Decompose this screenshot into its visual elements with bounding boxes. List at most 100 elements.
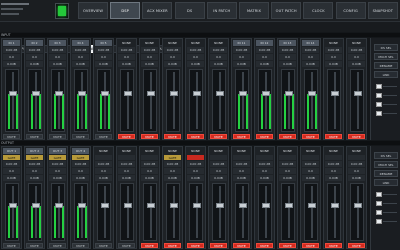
gain-value[interactable]: 0.00 dB xyxy=(256,161,273,167)
rename-button[interactable]: RENAME xyxy=(374,170,398,177)
channel-name[interactable]: OUT 1 xyxy=(3,148,20,154)
ds-sel-button[interactable]: DS SEL xyxy=(374,152,398,159)
channel-fader[interactable] xyxy=(235,183,249,241)
gain-value[interactable]: 0.00 dB xyxy=(95,47,112,53)
channel-fader[interactable] xyxy=(51,183,65,241)
pan-value[interactable]: 0.0 xyxy=(187,168,204,174)
gate-button[interactable] xyxy=(302,155,319,160)
pan-value[interactable]: 0.0 xyxy=(72,54,89,60)
gain-value[interactable]: 0.00 dB xyxy=(72,47,89,53)
channel-name[interactable]: IN 3 xyxy=(49,40,66,46)
mute-button[interactable]: MUTE xyxy=(348,134,365,139)
gain-value[interactable]: 0.00 dB xyxy=(164,47,181,53)
channel-name[interactable]: IN 14 xyxy=(302,40,319,46)
channel-fader[interactable] xyxy=(74,183,88,241)
pan-value[interactable]: 0.0 xyxy=(49,54,66,60)
fader-cap[interactable] xyxy=(101,91,109,96)
channel-name[interactable]: OUT 3 xyxy=(49,148,66,154)
gain-value[interactable]: 0.00 dB xyxy=(256,47,273,53)
fader-cap[interactable] xyxy=(124,203,132,208)
fader-cap[interactable] xyxy=(9,91,17,96)
mute-button[interactable]: MUTE xyxy=(302,243,319,248)
gain-value[interactable]: 0.00 dB xyxy=(325,161,342,167)
channel-name[interactable]: NONE xyxy=(233,148,250,154)
fader-cap[interactable] xyxy=(78,91,86,96)
mute-button[interactable]: MUTE xyxy=(256,134,273,139)
mute-button[interactable]: MUTE xyxy=(141,134,158,139)
pan-value[interactable]: 0.0 xyxy=(210,168,227,174)
channel-name[interactable]: IN 4 xyxy=(72,40,89,46)
tab-overview[interactable]: OVERVIEW xyxy=(78,2,108,19)
mute-button[interactable]: MUTE xyxy=(279,243,296,248)
mute-button[interactable]: MUTE xyxy=(256,243,273,248)
pan-value[interactable]: 0.0 xyxy=(233,168,250,174)
pan-value[interactable]: 0.0 xyxy=(3,54,20,60)
gain-value[interactable]: 0.00 dB xyxy=(49,161,66,167)
channel-fader[interactable] xyxy=(51,69,65,132)
mute-button[interactable]: MUTE xyxy=(3,134,20,139)
tab-out-patch[interactable]: OUT PATCH xyxy=(271,2,302,19)
fader-cap[interactable] xyxy=(239,203,247,208)
tab-snapshot[interactable]: SNAPSHOT xyxy=(367,2,398,19)
mute-button[interactable]: MUTE xyxy=(72,134,89,139)
gate-button[interactable]: GATE xyxy=(26,155,43,160)
channel-name[interactable]: NONE xyxy=(164,40,181,46)
mute-button[interactable]: MUTE xyxy=(210,243,227,248)
multi-sel-button[interactable]: MULTI SEL xyxy=(374,161,398,168)
tab-config[interactable]: CONFIG xyxy=(335,2,366,19)
gain-value[interactable]: 0.00 dB xyxy=(302,47,319,53)
channel-fader[interactable] xyxy=(304,69,318,132)
gate-button[interactable] xyxy=(233,155,250,160)
fader-cap[interactable] xyxy=(285,203,293,208)
checkbox[interactable] xyxy=(376,93,382,98)
channel-fader[interactable] xyxy=(5,183,19,241)
ds-sel-button[interactable]: DS SEL xyxy=(374,44,398,51)
channel-fader[interactable] xyxy=(120,69,134,132)
fader-cap[interactable] xyxy=(308,91,316,96)
checkbox[interactable] xyxy=(376,111,382,116)
mute-button[interactable]: MUTE xyxy=(141,243,158,248)
channel-fader[interactable] xyxy=(166,183,180,241)
pan-value[interactable]: 0.0 xyxy=(187,54,204,60)
fader-cap[interactable] xyxy=(239,91,247,96)
fader-cap[interactable] xyxy=(147,91,155,96)
fader-cap[interactable] xyxy=(308,203,316,208)
fader-cap[interactable] xyxy=(262,91,270,96)
channel-fader[interactable] xyxy=(258,183,272,241)
gain-value[interactable]: 0.00 dB xyxy=(95,161,112,167)
rename-button[interactable]: RENAME xyxy=(374,62,398,69)
tab-dsp[interactable]: DSP xyxy=(110,2,141,19)
gate-button[interactable]: GATE xyxy=(3,155,20,160)
fader-cap[interactable] xyxy=(78,203,86,208)
mute-button[interactable]: MUTE xyxy=(233,134,250,139)
fader-cap[interactable] xyxy=(354,91,362,96)
multi-sel-button[interactable]: MULTI SEL xyxy=(374,53,398,60)
pan-value[interactable]: 0.0 xyxy=(348,168,365,174)
mute-button[interactable]: MUTE xyxy=(26,243,43,248)
channel-fader[interactable] xyxy=(28,69,42,132)
tab-acx-mixer[interactable]: ACX MIXER xyxy=(142,2,173,19)
gate-button[interactable] xyxy=(279,155,296,160)
mute-button[interactable]: MUTE xyxy=(279,134,296,139)
pan-value[interactable]: 0.0 xyxy=(302,54,319,60)
pan-value[interactable]: 0.0 xyxy=(164,54,181,60)
mute-button[interactable]: MUTE xyxy=(26,134,43,139)
channel-fader[interactable] xyxy=(327,69,341,132)
channel-fader[interactable] xyxy=(74,69,88,132)
gain-value[interactable]: 0.00 dB xyxy=(279,47,296,53)
mute-button[interactable]: MUTE xyxy=(325,134,342,139)
channel-name[interactable]: NONE xyxy=(95,148,112,154)
gain-value[interactable]: 0.00 dB xyxy=(210,47,227,53)
mute-button[interactable]: MUTE xyxy=(3,243,20,248)
link-button[interactable]: LINK xyxy=(374,71,398,78)
mute-button[interactable]: MUTE xyxy=(348,243,365,248)
fader-cap[interactable] xyxy=(170,203,178,208)
fader-cap[interactable] xyxy=(9,203,17,208)
channel-fader[interactable] xyxy=(304,183,318,241)
fader-cap[interactable] xyxy=(55,91,63,96)
gain-value[interactable]: 0.00 dB xyxy=(141,161,158,167)
channel-name[interactable]: NONE xyxy=(210,40,227,46)
gain-value[interactable]: 0.00 dB xyxy=(233,47,250,53)
gate-button[interactable] xyxy=(256,155,273,160)
channel-name[interactable]: NONE xyxy=(118,148,135,154)
